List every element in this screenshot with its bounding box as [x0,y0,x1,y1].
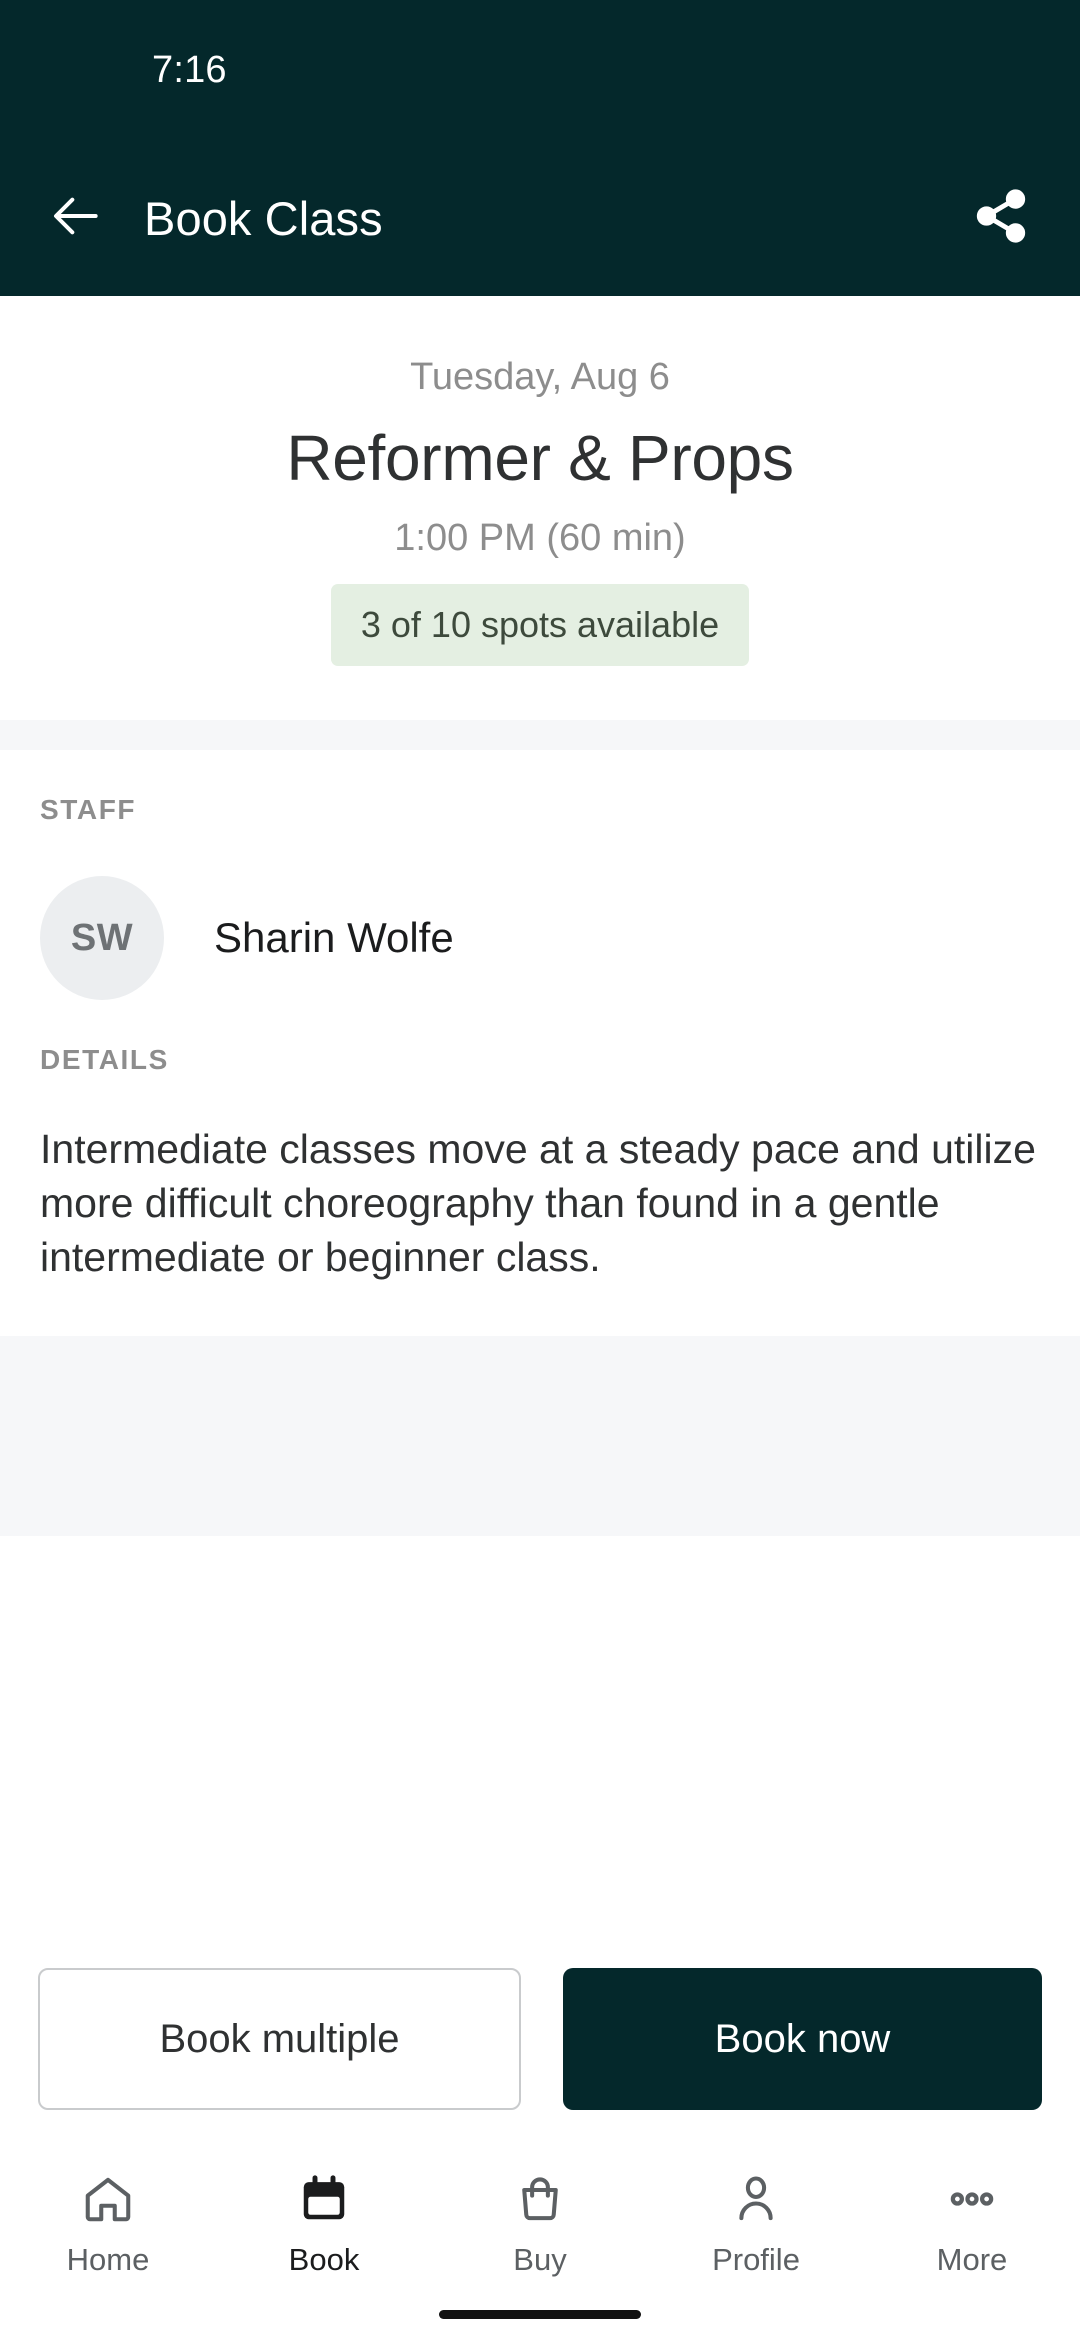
person-icon [729,2168,783,2230]
class-header: Tuesday, Aug 6 Reformer & Props 1:00 PM … [0,296,1080,720]
book-multiple-button[interactable]: Book multiple [38,1968,521,2110]
share-button[interactable] [966,183,1036,253]
back-button[interactable] [46,187,108,249]
arrow-left-icon [49,188,105,249]
app-screen: 7:16 Book Class Tuesday, Aug 6 Reformer … [0,0,1080,2340]
spots-available-badge: 3 of 10 spots available [330,584,750,666]
staff-row[interactable]: SW Sharin Wolfe [40,826,1040,1000]
page-title: Book Class [144,191,383,245]
book-now-button[interactable]: Book now [563,1968,1042,2110]
action-bar: Book multiple Book now [0,1924,1080,2150]
status-bar-clock: 7:16 [152,48,227,91]
home-indicator[interactable] [439,2309,641,2319]
class-time: 1:00 PM (60 min) [394,517,686,559]
nav-label-buy: Buy [513,2242,567,2277]
status-bar: 7:16 [0,0,1080,140]
class-date: Tuesday, Aug 6 [410,356,670,398]
staff-section-label: STAFF [40,794,137,825]
nav-label-home: Home [66,2242,150,2277]
bag-icon [513,2168,567,2230]
more-dots-icon [945,2168,999,2230]
nav-item-book[interactable]: Book [216,2168,432,2278]
staff-section: STAFF SW Sharin Wolfe DETAILS Intermedia… [0,750,1080,1337]
nav-label-book: Book [288,2242,360,2277]
section-divider [0,720,1080,750]
nav-item-profile[interactable]: Profile [648,2168,864,2278]
calendar-icon [297,2168,351,2230]
nav-item-home[interactable]: Home [0,2168,216,2278]
share-icon [972,187,1030,250]
avatar: SW [40,876,164,1000]
details-section: DETAILS Intermediate classes move at a s… [40,1000,1040,1336]
nav-item-more[interactable]: More [864,2168,1080,2278]
app-bar: Book Class [0,140,1080,296]
content-spacer [0,1336,1080,1537]
details-text: Intermediate classes move at a steady pa… [40,1126,1036,1281]
bottom-navigation: Home Book Buy Profile More [0,2150,1080,2288]
scroll-content[interactable]: Tuesday, Aug 6 Reformer & Props 1:00 PM … [0,296,1080,1924]
home-indicator-area [0,2288,1080,2340]
nav-item-buy[interactable]: Buy [432,2168,648,2278]
staff-name: Sharin Wolfe [214,914,454,961]
class-name: Reformer & Props [286,422,794,494]
details-section-label: DETAILS [40,1044,169,1075]
nav-label-more: More [936,2242,1008,2277]
home-icon [81,2168,135,2230]
nav-label-profile: Profile [712,2242,800,2277]
